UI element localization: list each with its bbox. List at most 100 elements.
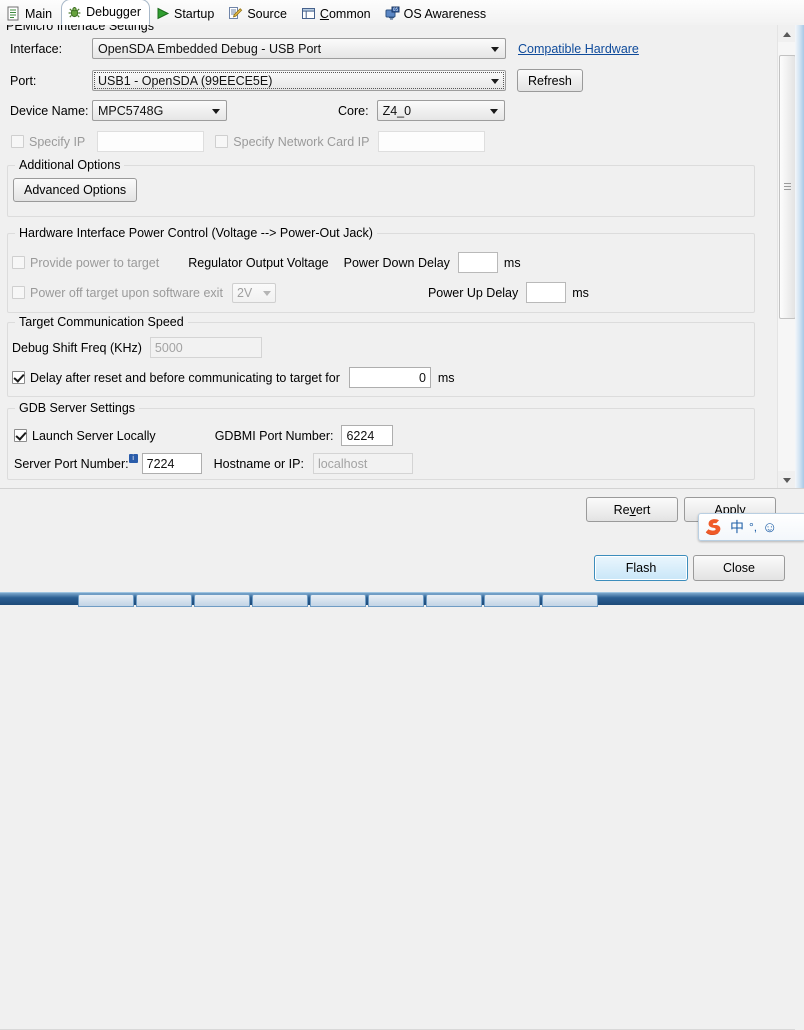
server-port-info-icon[interactable]: i <box>128 454 138 463</box>
core-label: Core: <box>338 103 369 118</box>
power-up-delay-unit: ms <box>572 285 589 300</box>
taskbar-item[interactable] <box>194 594 250 607</box>
chevron-down-icon <box>212 108 220 114</box>
debug-shift-freq-input[interactable]: 5000 <box>149 337 262 358</box>
taskbar-item[interactable] <box>542 594 598 607</box>
advanced-options-button[interactable]: Advanced Options <box>13 178 138 202</box>
specify-ip-row: Specify IP Specify Network Card IP <box>11 131 486 152</box>
document-icon <box>6 6 21 21</box>
comm-speed-group: Target Communication Speed Debug Shift F… <box>7 315 755 397</box>
power-down-delay-label: Power Down Delay <box>343 255 450 270</box>
specify-network-card-ip-input[interactable] <box>378 131 486 152</box>
device-core-row: Device Name: MPC5748G Core: Z4_0 <box>10 100 505 121</box>
device-name-combo[interactable]: MPC5748G <box>92 100 227 121</box>
taskbar-item[interactable] <box>426 594 482 607</box>
delay-after-reset-checkbox[interactable] <box>12 371 25 384</box>
gdbmi-port-label: GDBMI Port Number: <box>214 428 334 443</box>
tab-main[interactable]: Main <box>0 2 61 25</box>
tab-source-label: Source <box>247 6 287 21</box>
gdbmi-port-input[interactable]: 6224 <box>341 425 394 446</box>
scroll-up-arrow-icon[interactable] <box>778 25 795 42</box>
launch-server-checkbox[interactable] <box>14 429 27 442</box>
tab-startup-label: Startup <box>174 6 215 21</box>
scroll-down-arrow-icon[interactable] <box>778 471 795 488</box>
pemicro-interface-settings-title: PEMicro Interface Settings <box>6 25 154 33</box>
tab-debugger[interactable]: Debugger <box>61 0 150 25</box>
tab-common[interactable]: Common <box>296 2 380 25</box>
taskbar-item[interactable] <box>368 594 424 607</box>
ime-punctuation-toggle[interactable]: °, <box>749 521 757 533</box>
specify-network-card-ip-checkbox[interactable] <box>215 135 229 148</box>
delay-after-reset-input[interactable]: 0 <box>348 367 431 388</box>
port-combo[interactable]: USB1 - OpenSDA (99EECE5E) <box>92 70 506 91</box>
taskbar-item[interactable] <box>78 594 134 607</box>
device-name-value: MPC5748G <box>98 103 164 118</box>
gdb-server-title: GDB Server Settings <box>15 401 140 415</box>
power-off-exit-label: Power off target upon software exit <box>30 285 223 300</box>
common-window-icon <box>301 6 316 21</box>
source-edit-icon <box>228 6 243 21</box>
settings-scroll-content: PEMicro Interface Settings Interface: Op… <box>0 25 762 488</box>
scrollbar-thumb[interactable] <box>779 55 796 319</box>
device-name-label: Device Name: <box>10 103 89 118</box>
regulator-voltage-label: Regulator Output Voltage <box>188 255 329 270</box>
tab-source[interactable]: Source <box>223 2 296 25</box>
sogou-ime-toolbar[interactable]: 中 °, ☺ <box>698 513 804 541</box>
port-row: Port: USB1 - OpenSDA (99EECE5E) Refresh <box>10 69 583 92</box>
ime-emoji-button[interactable]: ☺ <box>762 520 777 535</box>
interface-combo[interactable]: OpenSDA Embedded Debug - USB Port <box>92 38 506 59</box>
tab-startup[interactable]: Startup <box>150 2 223 25</box>
dialog-button-area: Revert Apply Flash Close <box>0 489 804 1030</box>
server-port-row: Server Port Number: i 7224 Hostname or I… <box>14 453 413 474</box>
power-down-delay-input[interactable] <box>457 252 498 273</box>
power-up-delay-input[interactable] <box>526 282 567 303</box>
tab-common-label: Common <box>319 6 371 21</box>
specify-ip-label: Specify IP <box>29 134 86 149</box>
debug-shift-freq-value: 5000 <box>154 340 183 355</box>
specify-network-card-ip-label: Specify Network Card IP <box>233 134 370 149</box>
delay-after-reset-row: Delay after reset and before communicati… <box>12 367 455 388</box>
tab-os-awareness-label: OS Awareness <box>403 6 487 21</box>
power-off-exit-checkbox[interactable] <box>12 286 25 299</box>
specify-ip-checkbox[interactable] <box>11 135 24 148</box>
svg-text:05: 05 <box>393 7 399 12</box>
eclipse-debug-configuration-window: Main Debugger Startup Source Common 05 O… <box>0 0 804 1030</box>
gdb-server-group: GDB Server Settings Launch Server Locall… <box>7 401 755 480</box>
debugger-settings-panel: PEMicro Interface Settings Interface: Op… <box>0 25 804 513</box>
hostname-input[interactable]: localhost <box>312 453 413 474</box>
taskbar-item[interactable] <box>484 594 540 607</box>
core-combo[interactable]: Z4_0 <box>376 100 505 121</box>
taskbar-item[interactable] <box>252 594 308 607</box>
comm-speed-title: Target Communication Speed <box>15 315 188 329</box>
regulator-voltage-combo[interactable]: 2V <box>231 282 276 303</box>
power-off-exit-row: Power off target upon software exit 2V P… <box>12 282 589 303</box>
sogou-s-logo-icon[interactable] <box>703 516 725 538</box>
server-port-input[interactable]: 7224 <box>141 453 202 474</box>
provide-power-row: Provide power to target Regulator Output… <box>12 252 521 273</box>
delay-after-reset-unit: ms <box>437 370 455 385</box>
port-combo-value: USB1 - OpenSDA (99EECE5E) <box>98 73 273 88</box>
debug-shift-freq-label: Debug Shift Freq (KHz) <box>12 340 142 355</box>
close-button[interactable]: Close <box>693 555 785 581</box>
interface-label: Interface: <box>10 41 63 56</box>
tab-os-awareness[interactable]: 05 OS Awareness <box>380 2 495 25</box>
provide-power-checkbox[interactable] <box>12 256 25 269</box>
gdbmi-port-value: 6224 <box>346 428 375 443</box>
settings-vertical-scrollbar[interactable] <box>777 25 796 488</box>
launch-server-label: Launch Server Locally <box>32 428 156 443</box>
server-port-value: 7224 <box>146 456 175 471</box>
revert-button-label: Revert <box>613 502 651 517</box>
refresh-button[interactable]: Refresh <box>517 69 583 92</box>
window-right-edge <box>795 25 804 513</box>
provide-power-label: Provide power to target <box>30 255 160 270</box>
hostname-label: Hostname or IP: <box>213 456 304 471</box>
taskbar-item[interactable] <box>136 594 192 607</box>
ime-language-toggle[interactable]: 中 <box>730 520 744 534</box>
debug-shift-freq-row: Debug Shift Freq (KHz) 5000 <box>12 337 262 358</box>
compatible-hardware-link[interactable]: Compatible Hardware <box>518 42 639 56</box>
regulator-voltage-value: 2V <box>236 285 253 300</box>
flash-button[interactable]: Flash <box>594 555 688 581</box>
specify-ip-input[interactable] <box>97 131 205 152</box>
taskbar-item[interactable] <box>310 594 366 607</box>
revert-button[interactable]: Revert <box>586 497 678 522</box>
